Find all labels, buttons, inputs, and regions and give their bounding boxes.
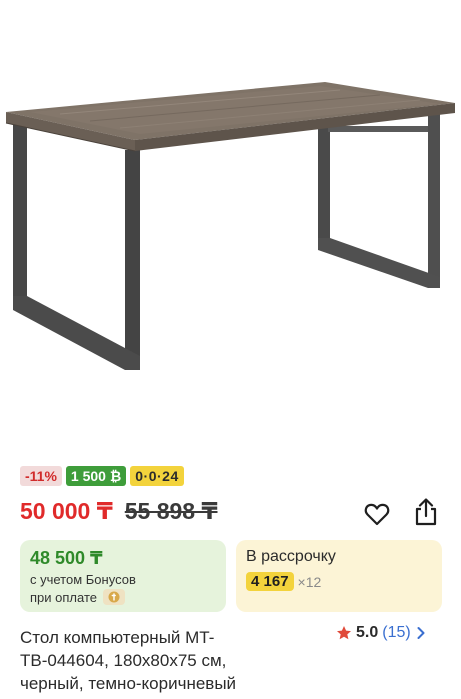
bonus-note-line2: при оплате — [30, 589, 97, 605]
star-icon — [337, 626, 351, 640]
bonus-badge: 1 500 ₿ — [65, 466, 127, 486]
product-title: Стол компьютерный MT- TB-044604, 180x80x… — [20, 626, 320, 695]
current-price: 50 000 ₸ — [20, 498, 113, 524]
bonus-note-line1: с учетом Бонусов — [30, 572, 136, 587]
product-title-line: TB-044604, 180x80x75 см, — [20, 651, 227, 670]
product-title-line: Стол компьютерный MT- — [20, 628, 215, 647]
installment-card[interactable]: В рассрочку 4 167 ×12 — [236, 540, 442, 612]
chevron-right-icon — [417, 627, 425, 639]
share-icon[interactable] — [413, 497, 439, 527]
installment-amount: 4 167 — [246, 572, 294, 591]
rating-link[interactable]: 5.0 (15) — [336, 624, 427, 642]
bonus-note-row: при оплате — [30, 589, 125, 605]
product-badges: -11% 1 500 ₿ 0·0·24 — [20, 466, 184, 486]
installment-multiplier: ×12 — [297, 573, 322, 590]
discount-badge: -11% — [20, 466, 62, 486]
table-illustration — [5, 82, 455, 370]
product-title-line: черный, темно-коричневый — [20, 674, 237, 693]
installment-row: 4 167 ×12 — [246, 572, 321, 591]
installment-badge: 0·0·24 — [130, 466, 184, 486]
bonus-price-card[interactable]: 48 500 ₸ с учетом Бонусов при оплате — [20, 540, 226, 612]
installment-title: В рассрочку — [246, 548, 336, 565]
old-price: 55 898 ₸ — [124, 498, 218, 524]
bonus-price: 48 500 ₸ — [30, 548, 103, 568]
rating-value: 5.0 — [356, 624, 379, 641]
coin-icon — [102, 589, 125, 605]
rating-count: (15) — [382, 624, 411, 641]
price-row: 50 000 ₸ 55 898 ₸ — [20, 498, 218, 525]
product-image[interactable] — [0, 0, 461, 452]
heart-icon[interactable] — [364, 502, 390, 526]
